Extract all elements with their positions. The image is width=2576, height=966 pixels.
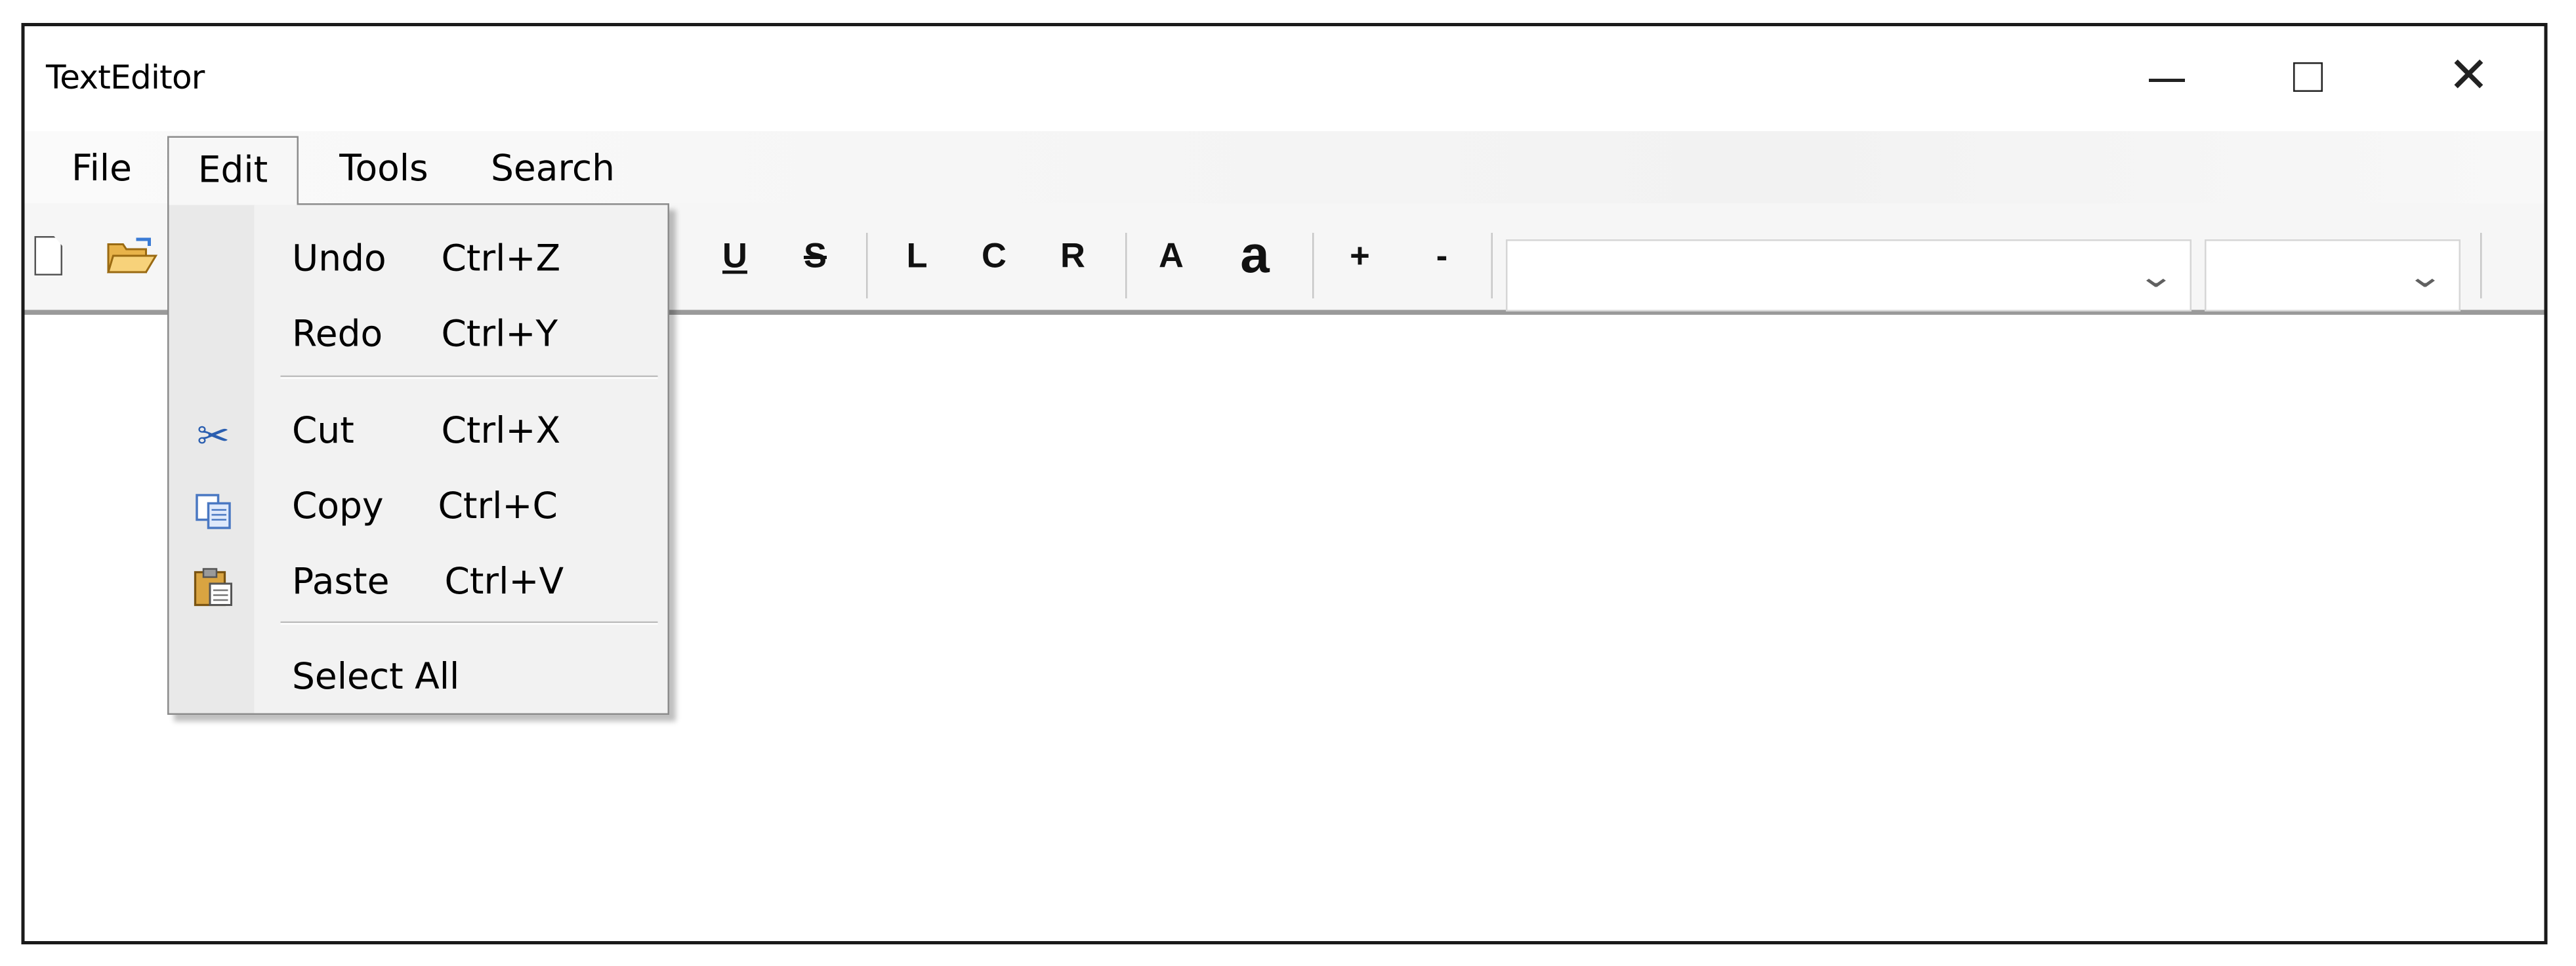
text-editor-window: TextEditor ✕ File Edit Tools Search U S … <box>21 23 2548 944</box>
menu-item-shortcut: Ctrl+C <box>438 487 558 529</box>
chevron-down-icon: ⌄ <box>2137 256 2176 295</box>
menu-item-shortcut: Ctrl+V <box>444 562 564 604</box>
increase-size-button[interactable]: + <box>1340 230 1380 285</box>
align-center-button[interactable]: C <box>973 230 1016 285</box>
menu-item-select-all[interactable]: Select All <box>169 645 668 717</box>
scissors-icon: ✂ <box>196 413 230 459</box>
edit-menu-dropdown: Undo Ctrl+Z Redo Ctrl+Y ✂ Cut Ctrl+X Cop… <box>167 203 669 715</box>
minimize-icon <box>2149 79 2185 82</box>
menu-bar: File Edit Tools Search <box>24 131 2545 205</box>
toolbar-separator <box>2480 233 2482 298</box>
close-button[interactable]: ✕ <box>2387 26 2551 128</box>
menu-edit[interactable]: Edit <box>167 136 299 205</box>
menu-separator <box>280 375 658 379</box>
decrease-size-button[interactable]: - <box>1423 230 1462 285</box>
window-title: TextEditor <box>46 57 205 97</box>
menu-item-shortcut: Ctrl+Z <box>441 239 561 281</box>
menu-item-label: Redo <box>292 315 383 356</box>
menu-item-label: Paste <box>292 562 390 604</box>
chevron-down-icon: ⌄ <box>2406 256 2445 295</box>
menu-item-label: Cut <box>292 411 354 453</box>
paste-icon <box>194 568 232 607</box>
menu-item-label: Select All <box>292 657 460 699</box>
menu-item-redo[interactable]: Redo Ctrl+Y <box>169 302 668 374</box>
new-document-icon[interactable] <box>34 236 62 275</box>
menu-item-label: Undo <box>292 239 386 281</box>
menu-tools[interactable]: Tools <box>317 141 451 200</box>
menu-item-shortcut: Ctrl+X <box>441 411 561 453</box>
align-right-button[interactable]: R <box>1052 230 1094 285</box>
font-smaller-button[interactable]: A <box>1150 230 1193 285</box>
title-bar: TextEditor ✕ <box>24 26 2545 131</box>
menu-item-undo[interactable]: Undo Ctrl+Z <box>169 226 668 298</box>
maximize-button[interactable] <box>2226 26 2390 128</box>
close-icon: ✕ <box>2448 47 2489 105</box>
toolbar-separator <box>1491 233 1493 298</box>
toolbar-separator <box>866 233 868 298</box>
maximize-icon <box>2293 62 2323 92</box>
menu-search[interactable]: Search <box>474 141 632 200</box>
open-folder-icon[interactable] <box>106 236 159 275</box>
menu-item-cut[interactable]: ✂ Cut Ctrl+X <box>169 399 668 471</box>
minimize-button[interactable] <box>2085 26 2249 128</box>
menu-item-copy[interactable]: Copy Ctrl+C <box>169 474 668 546</box>
font-size-combo[interactable]: ⌄ <box>2205 239 2461 312</box>
menu-separator <box>280 621 658 625</box>
menu-item-shortcut: Ctrl+Y <box>441 315 558 356</box>
menu-file[interactable]: File <box>51 141 153 200</box>
menu-item-label: Copy <box>292 487 384 529</box>
toolbar-separator <box>1312 233 1314 298</box>
align-left-button[interactable]: L <box>896 230 938 285</box>
menu-item-paste[interactable]: Paste Ctrl+V <box>169 550 668 622</box>
underline-button[interactable]: U <box>714 230 757 285</box>
copy-icon <box>196 494 231 529</box>
font-family-combo[interactable]: ⌄ <box>1506 239 2192 312</box>
toolbar-separator <box>1125 233 1127 298</box>
font-larger-button[interactable]: a <box>1230 226 1279 282</box>
strikethrough-button[interactable]: S <box>794 230 837 285</box>
